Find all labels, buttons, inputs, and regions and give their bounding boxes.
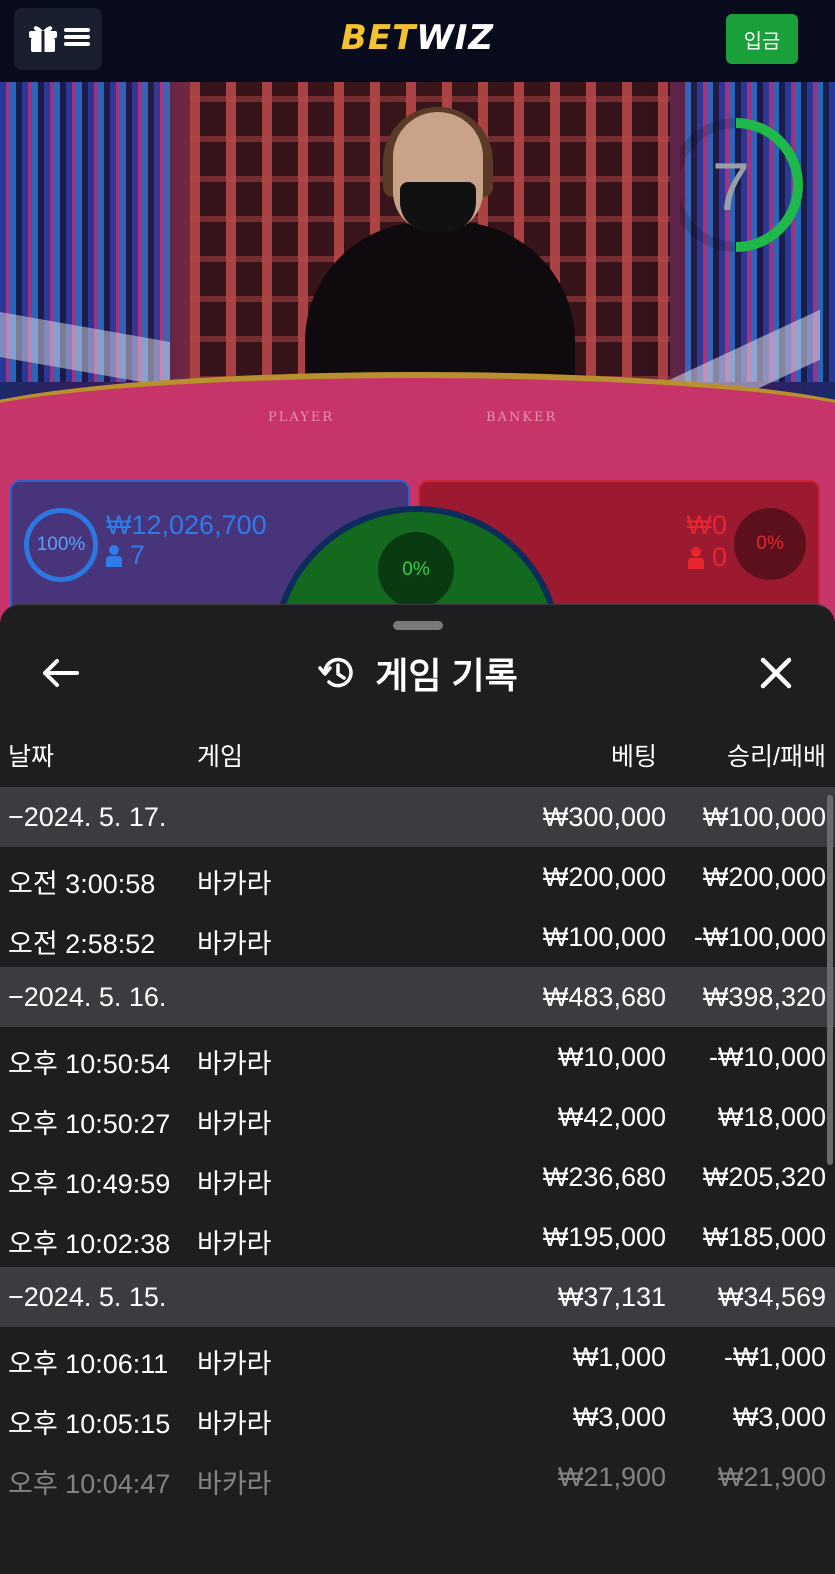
group-date: −2024. 5. 15. (8, 1282, 167, 1312)
deposit-button[interactable]: 입금 (726, 14, 798, 64)
dealer-mask (400, 182, 476, 232)
game-history-sheet: 게임 기록 날짜 게임 베팅 승리/패배 −2024. 5. 17. ₩300,… (0, 604, 835, 1574)
date-group-row[interactable]: −2024. 5. 17. ₩300,000 ₩100,000 (0, 787, 835, 847)
logo-part-bet: BET (340, 18, 417, 58)
banker-total-amount: ₩0 (686, 510, 728, 540)
column-header-date: 날짜 (8, 743, 55, 771)
history-row[interactable]: 오후 10:05:15 바카라 ₩3,000 ₩3,000 (0, 1387, 835, 1447)
row-time: 오후 10:02:38 (8, 1229, 171, 1259)
group-win-total: ₩34,569 (717, 1282, 826, 1312)
history-row[interactable]: 오후 10:02:38 바카라 ₩195,000 ₩185,000 (0, 1207, 835, 1267)
row-win-loss: ₩18,000 (717, 1102, 826, 1132)
row-win-loss: ₩205,320 (702, 1162, 826, 1192)
row-bet: ₩195,000 (542, 1222, 666, 1252)
history-row[interactable]: 오후 10:50:27 바카라 ₩42,000 ₩18,000 (0, 1087, 835, 1147)
user-icon (687, 546, 704, 569)
history-row[interactable]: 오전 2:58:52 바카라 ₩100,000 -₩100,000 (0, 907, 835, 967)
history-row[interactable]: 오전 3:00:58 바카라 ₩200,000 ₩200,000 (0, 847, 835, 907)
page-title: 게임 기록 (375, 655, 518, 696)
scrollbar[interactable] (827, 795, 833, 1165)
row-time: 오후 10:50:27 (8, 1109, 171, 1139)
row-win-loss: ₩3,000 (732, 1402, 826, 1432)
group-date: −2024. 5. 17. (8, 802, 167, 832)
group-date: −2024. 5. 16. (8, 982, 167, 1012)
row-bet: ₩100,000 (542, 922, 666, 952)
row-time: 오후 10:49:59 (8, 1169, 171, 1199)
row-bet: ₩10,000 (557, 1042, 666, 1072)
tie-percentage: 0% (378, 532, 454, 608)
banker-count-value: 0 (711, 542, 727, 572)
row-time: 오전 3:00:58 (8, 869, 156, 899)
player-percentage: 100% (24, 508, 98, 582)
history-list: −2024. 5. 17. ₩300,000 ₩100,000 오전 3:00:… (0, 787, 835, 1507)
row-time: 오후 10:06:11 (8, 1349, 169, 1379)
row-game: 바카라 (197, 1409, 272, 1439)
column-header-bet: 베팅 (610, 743, 657, 771)
table-label-banker: BANKER (486, 410, 558, 425)
row-game: 바카라 (197, 1049, 272, 1079)
row-bet: ₩236,680 (542, 1162, 666, 1192)
banker-percentage: 0% (734, 508, 806, 580)
brand-logo[interactable]: BETWIZ (0, 18, 835, 58)
row-game: 바카라 (197, 1229, 272, 1259)
row-win-loss: -₩100,000 (693, 922, 826, 952)
history-row[interactable]: 오후 10:50:54 바카라 ₩10,000 -₩10,000 (0, 1027, 835, 1087)
row-win-loss: ₩200,000 (702, 862, 826, 892)
drag-handle[interactable] (393, 621, 443, 630)
row-game: 바카라 (197, 1469, 272, 1499)
row-win-loss: -₩1,000 (723, 1342, 826, 1372)
group-win-total: ₩100,000 (702, 802, 826, 832)
column-header-win-loss: 승리/패배 (727, 743, 826, 771)
row-game: 바카라 (197, 869, 272, 899)
history-row[interactable]: 오후 10:49:59 바카라 ₩236,680 ₩205,320 (0, 1147, 835, 1207)
row-win-loss: ₩21,900 (717, 1462, 826, 1492)
countdown-number: 7 (712, 149, 750, 225)
row-time: 오전 2:58:52 (8, 929, 156, 959)
group-bet-total: ₩483,680 (542, 982, 666, 1012)
history-row[interactable]: 오후 10:04:47 바카라 ₩21,900 ₩21,900 (0, 1447, 835, 1507)
close-button[interactable] (750, 647, 802, 699)
row-time: 오후 10:05:15 (8, 1409, 171, 1439)
logo-part-wiz: WIZ (416, 18, 495, 58)
player-total-amount: ₩12,026,700 (106, 510, 267, 540)
history-icon (318, 657, 353, 688)
date-group-row[interactable]: −2024. 5. 15. ₩37,131 ₩34,569 (0, 1267, 835, 1327)
row-bet: ₩200,000 (542, 862, 666, 892)
group-bet-total: ₩300,000 (542, 802, 666, 832)
row-bet: ₩21,900 (557, 1462, 666, 1492)
date-group-row[interactable]: −2024. 5. 16. ₩483,680 ₩398,320 (0, 967, 835, 1027)
player-count-value: 7 (130, 540, 146, 570)
row-game: 바카라 (197, 1169, 272, 1199)
row-game: 바카라 (197, 1109, 272, 1139)
row-time: 오후 10:50:54 (8, 1049, 171, 1079)
group-win-total: ₩398,320 (702, 982, 826, 1012)
group-bet-total: ₩37,131 (557, 1282, 666, 1312)
table-label-player: PLAYER (268, 410, 335, 425)
history-row[interactable]: 오후 10:06:11 바카라 ₩1,000 -₩1,000 (0, 1327, 835, 1387)
column-header-game: 게임 (197, 743, 244, 771)
row-game: 바카라 (197, 929, 272, 959)
player-bettor-count: 7 (106, 540, 145, 571)
row-bet: ₩3,000 (572, 1402, 666, 1432)
user-icon (106, 544, 122, 567)
row-time: 오후 10:04:47 (8, 1469, 171, 1499)
row-bet: ₩42,000 (557, 1102, 666, 1132)
top-header: BETWIZ 입금 (0, 0, 835, 82)
row-win-loss: ₩185,000 (702, 1222, 826, 1252)
banker-bettor-count: 0 (687, 542, 727, 573)
sheet-header: 게임 기록 (0, 647, 835, 699)
row-game: 바카라 (197, 1349, 272, 1379)
row-bet: ₩1,000 (572, 1342, 666, 1372)
close-icon (760, 657, 792, 689)
row-win-loss: -₩10,000 (708, 1042, 826, 1072)
